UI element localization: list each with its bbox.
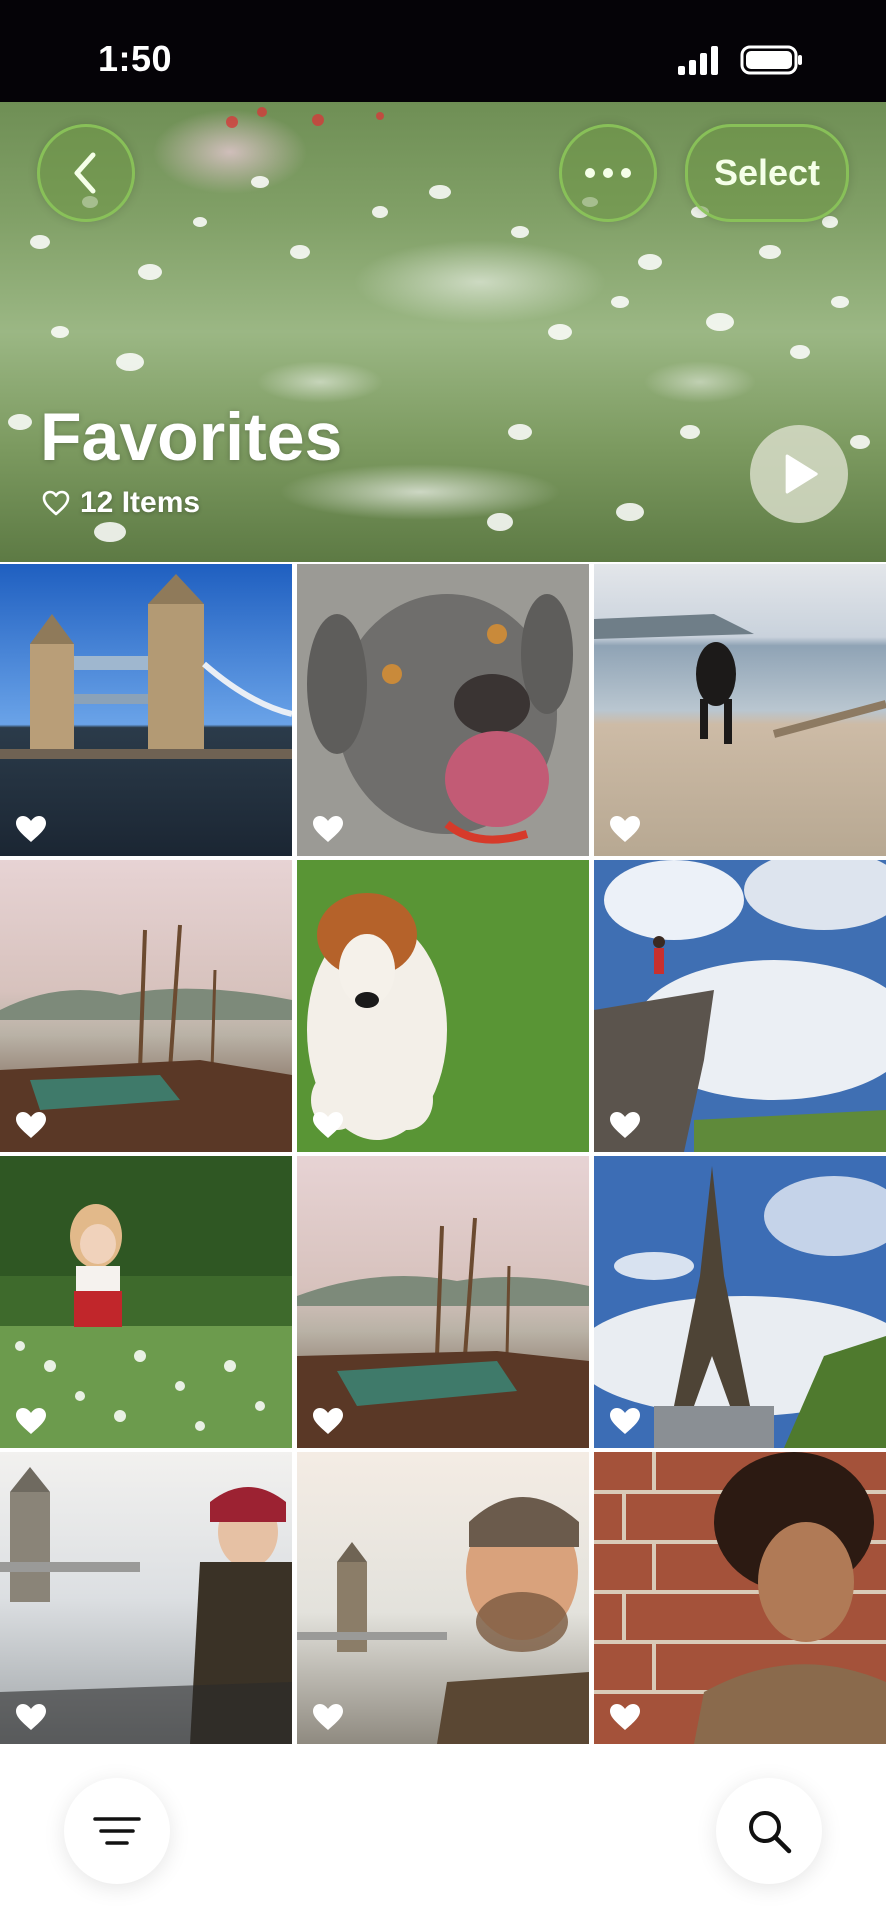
heart-icon: [610, 1112, 640, 1138]
heart-icon: [313, 1112, 343, 1138]
photo-woman-thames: [0, 1452, 292, 1744]
photo-hiker-rock: [594, 860, 886, 1152]
more-options-button[interactable]: [559, 124, 657, 222]
heart-icon: [16, 816, 46, 842]
heart-icon: [313, 1408, 343, 1434]
album-title: Favorites: [40, 399, 343, 475]
photo-tile[interactable]: [0, 1452, 292, 1744]
heart-icon: [313, 816, 343, 842]
photo-boats-lake: [0, 860, 292, 1152]
heart-outline-icon: [42, 490, 70, 516]
battery-icon: [740, 45, 802, 75]
album-header-cover: Select Favorites 12 Items: [0, 102, 886, 562]
chevron-left-icon: [74, 152, 96, 194]
photo-tile[interactable]: [297, 1156, 589, 1448]
photo-tile[interactable]: [297, 1452, 589, 1744]
photo-dog-beach: [594, 564, 886, 856]
search-button[interactable]: [716, 1778, 822, 1884]
photo-tile[interactable]: [297, 564, 589, 856]
status-time: 1:50: [98, 38, 173, 79]
heart-icon: [610, 816, 640, 842]
photo-tower-bridge: [0, 564, 292, 856]
bottom-toolbar: [0, 1748, 886, 1918]
photo-puppy-grass: [297, 860, 589, 1152]
photo-man-selfie: [297, 1452, 589, 1744]
heart-icon: [16, 1112, 46, 1138]
photo-grid: [0, 564, 886, 1746]
photo-tile[interactable]: [594, 564, 886, 856]
photo-tile[interactable]: [0, 1156, 292, 1448]
heart-icon: [313, 1704, 343, 1730]
photo-tile[interactable]: [0, 860, 292, 1152]
back-button[interactable]: [37, 124, 135, 222]
select-button[interactable]: Select: [685, 124, 849, 222]
heart-icon: [16, 1704, 46, 1730]
photo-girl-flowers: [0, 1156, 292, 1448]
photo-tile[interactable]: [594, 860, 886, 1152]
status-bar: 1:50: [0, 0, 886, 102]
cellular-signal-icon: [678, 46, 718, 75]
ellipsis-icon: [585, 168, 631, 178]
album-item-count: 12 Items: [42, 486, 200, 520]
magnifier-icon: [749, 1811, 792, 1854]
photo-tile[interactable]: [594, 1452, 886, 1744]
photo-tile[interactable]: [297, 860, 589, 1152]
photo-eiffel-tower: [594, 1156, 886, 1448]
sort-lines-icon: [93, 1817, 141, 1845]
heart-icon: [610, 1704, 640, 1730]
play-slideshow-button[interactable]: [750, 425, 848, 523]
photo-woman-brick-wall: [594, 1452, 886, 1744]
photo-grey-dog: [297, 564, 589, 856]
play-icon: [785, 454, 818, 494]
photo-tile[interactable]: [0, 564, 292, 856]
heart-icon: [610, 1408, 640, 1434]
photo-tile[interactable]: [594, 1156, 886, 1448]
photo-boats-lake: [297, 1156, 589, 1448]
sort-filter-button[interactable]: [64, 1778, 170, 1884]
item-count-label: 12 Items: [80, 486, 201, 519]
heart-icon: [16, 1408, 46, 1434]
